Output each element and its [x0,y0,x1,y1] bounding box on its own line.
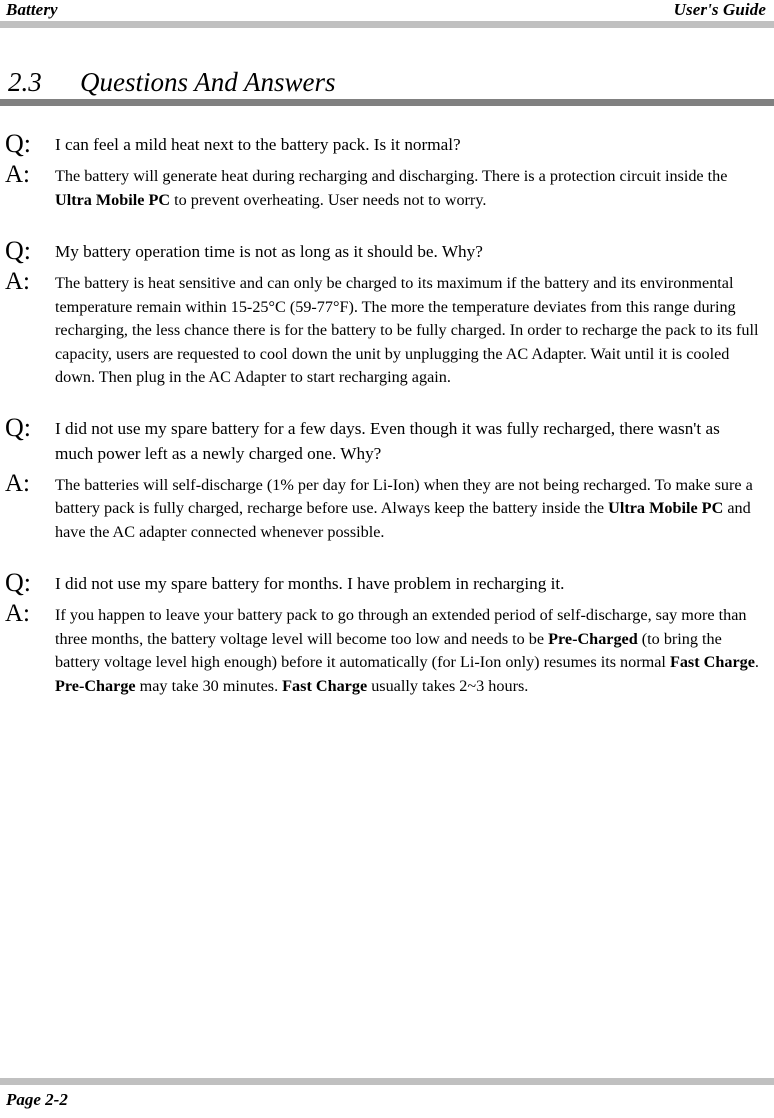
question-label: Q: [5,568,31,597]
answer-label: A: [5,469,30,497]
answer-row: A: The battery will generate heat during… [0,162,774,212]
answer-text: The battery will generate heat during re… [55,167,728,209]
page-footer: Page 2-2 [0,1078,774,1118]
question-text: I did not use my spare battery for a few… [55,418,720,463]
qa-content: Q: I can feel a mild heat next to the ba… [0,131,774,698]
qa-block: Q: I can feel a mild heat next to the ba… [0,131,774,212]
page-header: Battery User's Guide [0,0,774,28]
question-label: Q: [5,129,31,158]
section-heading-rule [0,99,774,106]
question-text: My battery operation time is not as long… [55,242,483,261]
header-document-title: User's Guide [673,0,766,19]
section-heading: 2.3 Questions And Answers [8,66,768,98]
header-divider-rule [0,21,774,28]
answer-label: A: [5,600,30,627]
answer-row: A: The batteries will self-discharge (1%… [0,469,774,545]
question-label: Q: [5,412,31,442]
question-row: Q: My battery operation time is not as l… [0,238,774,264]
question-row: Q: I did not use my spare battery for a … [0,412,774,466]
question-text: I can feel a mild heat next to the batte… [55,135,461,154]
answer-label: A: [5,161,30,188]
question-text: I did not use my spare battery for month… [55,574,565,593]
qa-block: Q: I did not use my spare battery for mo… [0,570,774,698]
answer-text: The batteries will self-discharge (1% pe… [55,475,753,541]
answer-row: A: The battery is heat sensitive and can… [0,269,774,390]
section-number: 2.3 [8,67,42,97]
header-row: Battery User's Guide [0,0,774,20]
answer-label: A: [5,268,30,295]
footer-divider-rule [0,1078,774,1085]
qa-block: Q: I did not use my spare battery for a … [0,412,774,545]
section-title: Questions And Answers [80,67,336,97]
page-number: Page 2-2 [6,1090,68,1109]
header-chapter-title: Battery [6,0,58,19]
question-label: Q: [5,236,31,265]
answer-row: A: If you happen to leave your battery p… [0,601,774,698]
answer-text: The battery is heat sensitive and can on… [55,274,759,386]
answer-text: If you happen to leave your battery pack… [55,606,759,695]
question-row: Q: I can feel a mild heat next to the ba… [0,131,774,157]
qa-block: Q: My battery operation time is not as l… [0,238,774,390]
question-row: Q: I did not use my spare battery for mo… [0,570,774,596]
